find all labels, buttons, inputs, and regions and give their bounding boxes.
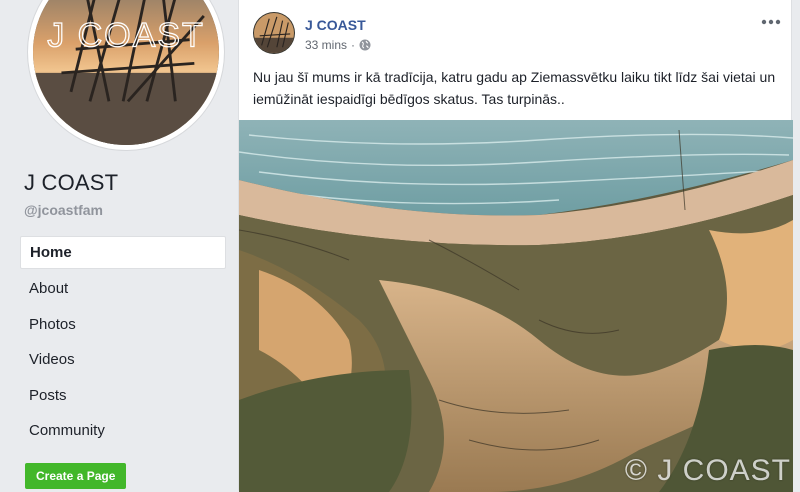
page-name: J COAST bbox=[24, 170, 119, 195]
post-photo[interactable]: © J COAST bbox=[239, 120, 793, 492]
post-author-avatar[interactable] bbox=[253, 12, 295, 54]
post-author-name[interactable]: J COAST bbox=[305, 17, 366, 33]
post-timestamp[interactable]: 33 mins bbox=[305, 38, 347, 52]
globe-icon[interactable] bbox=[359, 39, 371, 51]
photo-watermark: © J COAST bbox=[624, 454, 791, 487]
post-meta: 33 mins · bbox=[305, 38, 371, 52]
nav-item-about[interactable]: About bbox=[20, 271, 226, 307]
nav-item-posts[interactable]: Posts bbox=[20, 378, 226, 414]
post-card: J COAST 33 mins · Nu jau šī mums ir kā t… bbox=[238, 0, 793, 492]
profile-logo-text: J COAST bbox=[47, 16, 205, 54]
profile-picture[interactable]: J COAST bbox=[28, 0, 224, 150]
meta-separator: · bbox=[351, 38, 356, 52]
nav-item-videos[interactable]: Videos bbox=[20, 342, 226, 378]
more-options-icon[interactable] bbox=[759, 10, 783, 34]
nav-item-community[interactable]: Community bbox=[20, 413, 226, 449]
nav-item-home[interactable]: Home bbox=[20, 236, 226, 269]
page-nav: Home About Photos Videos Posts Community bbox=[20, 236, 226, 449]
page-handle[interactable]: @jcoastfam bbox=[24, 202, 103, 218]
nav-item-photos[interactable]: Photos bbox=[20, 307, 226, 343]
post-text: Nu jau šī mums ir kā tradīcija, katru ga… bbox=[253, 69, 776, 107]
create-page-button[interactable]: Create a Page bbox=[25, 463, 127, 489]
